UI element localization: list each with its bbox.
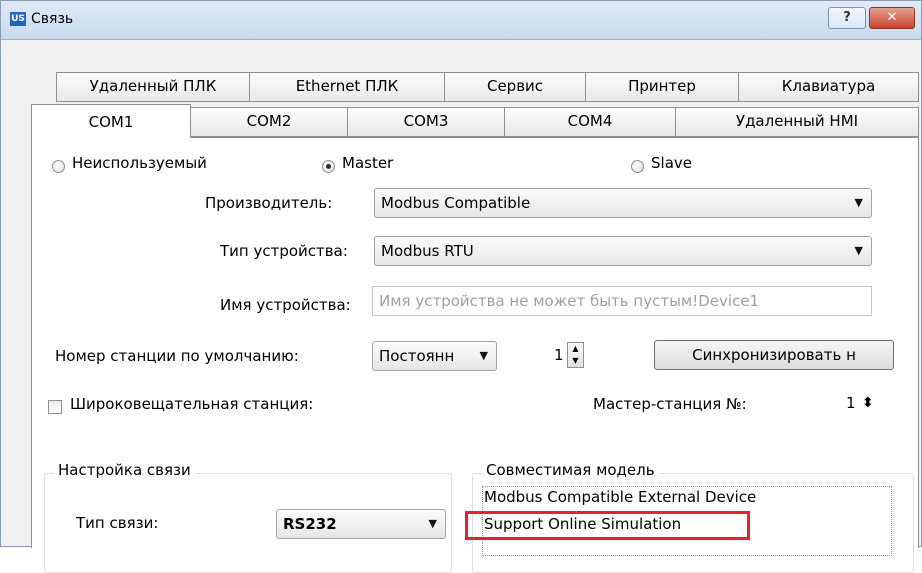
tab-ethernet-plc[interactable]: Ethernet ПЛК [249,72,445,102]
tab-com3[interactable]: COM3 [347,107,505,137]
tab-printer[interactable]: Принтер [585,72,739,102]
broadcast-checkbox[interactable] [48,400,62,414]
tab-keyboard[interactable]: Клавиатура [738,72,919,102]
tab-service[interactable]: Сервис [444,72,586,102]
broadcast-label: Широковещательная станция: [70,395,314,413]
tab-com4[interactable]: COM4 [504,107,676,137]
sync-button[interactable]: Синхронизировать н [654,340,894,370]
master-station-label: Мастер-станция №: [593,395,747,413]
station-number-label: Номер станции по умолчанию: [55,347,299,365]
tab-remote-plc[interactable]: Удаленный ПЛК [56,72,250,102]
communication-dialog: US Связь ? ✕ Удаленный ПЛК Ethernet ПЛК … [0,0,922,573]
device-type-dropdown[interactable]: Modbus RTU ▼ [374,236,872,266]
spin-up-icon[interactable]: ▲ [568,343,583,355]
station-number-spinner[interactable]: 1 ▲ ▼ [528,341,598,369]
manufacturer-label: Производитель: [205,194,333,212]
window-title: Связь [31,11,74,27]
comm-type-label: Тип связи: [76,514,159,532]
device-name-label: Имя устройства: [220,296,351,314]
radio-slave-label: Slave [651,154,692,172]
radio-slave[interactable] [631,160,644,173]
list-item[interactable]: Modbus Compatible External Device [484,488,756,506]
manufacturer-dropdown[interactable]: Modbus Compatible ▼ [374,188,872,218]
tab-com1[interactable]: COM1 [31,104,191,138]
device-type-value: Modbus RTU [381,242,474,260]
tab-remote-hmi[interactable]: Удаленный HMI [675,107,919,137]
device-name-field[interactable]: Имя устройства не может быть пустым!Devi… [372,286,872,316]
chevron-down-icon: ▼ [854,196,863,209]
comm-type-dropdown[interactable]: RS232 ▼ [276,509,446,539]
radio-unused[interactable] [52,160,65,173]
help-button[interactable]: ? [828,7,866,29]
spinner-buttons[interactable]: ▲ ▼ [567,342,584,368]
comm-type-value: RS232 [283,515,337,533]
close-button[interactable]: ✕ [869,7,915,29]
chevron-down-icon: ▼ [428,517,437,530]
radio-unused-label: Неиспользуемый [72,154,207,172]
radio-master-label: Master [342,154,394,172]
title-bar[interactable]: US Связь ? ✕ [1,1,921,40]
device-type-label: Тип устройства: [220,242,348,260]
comm-settings-title: Настройка связи [54,461,195,479]
com1-panel: Неиспользуемый Master Slave Производител… [31,137,919,573]
master-station-spinner[interactable]: 1 ⬍ [812,389,892,417]
app-icon: US [10,12,26,26]
chevron-down-icon: ▼ [479,349,488,362]
station-number-value: 1 [554,346,564,364]
station-mode-value: Постоянн [379,347,455,365]
red-highlight-box [465,511,750,540]
compatible-model-title: Совместимая модель [482,461,659,479]
spin-updown-icon[interactable]: ⬍ [862,389,874,417]
tab-com2[interactable]: COM2 [190,107,348,137]
chevron-down-icon: ▼ [854,244,863,257]
radio-master[interactable] [322,160,335,173]
station-mode-dropdown[interactable]: Постоянн ▼ [372,341,497,371]
spin-down-icon[interactable]: ▼ [568,355,583,367]
manufacturer-value: Modbus Compatible [381,194,531,212]
master-station-value: 1 [846,394,856,412]
